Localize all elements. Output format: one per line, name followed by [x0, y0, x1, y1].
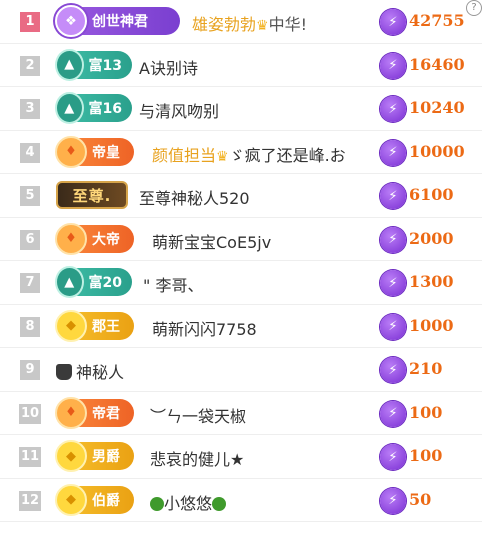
leaderboard-row[interactable]: 4 ♦ 帝皇 颜值担当♛ゞ疯了还是峰.お ⚡ 10000: [0, 131, 482, 174]
gem-icon: ◆: [55, 440, 87, 472]
rank-number: 2: [20, 55, 40, 76]
username[interactable]: 至尊神秘人520: [139, 185, 250, 209]
lightning-coin-icon: ⚡: [380, 52, 406, 79]
leaderboard-row[interactable]: 10 ♦ 帝君 ︶ㄣ一袋天椒 ⚡ 100: [0, 392, 482, 435]
lightning-coin-icon: ⚡: [380, 270, 406, 296]
level-badge: ▲ 富20: [55, 266, 132, 298]
lightning-coin-icon: ⚡: [380, 357, 406, 383]
level-badge: ◆ 男爵: [55, 440, 134, 472]
level-badge: ◆ 伯爵: [55, 483, 134, 516]
gem-icon: ♦: [55, 396, 87, 429]
leaderboard-row[interactable]: 3 ▲ 富16 与清风吻别 ⚡ 10240: [0, 87, 482, 131]
rank-number: 10: [19, 403, 41, 424]
snake-icon: [150, 496, 164, 511]
level-badge: ◆ 郡王: [55, 309, 134, 342]
lightning-coin-icon: ⚡: [380, 400, 406, 427]
level-badge: ♦ 帝君: [55, 396, 134, 429]
shield-icon: ❖: [55, 5, 87, 37]
username[interactable]: 雄姿勃勃♛中华!: [192, 11, 307, 35]
incognito-icon: [56, 364, 72, 380]
score-value: 100: [409, 402, 443, 422]
username[interactable]: 萌新宝宝CoE5jv: [152, 229, 271, 253]
triangle-icon: ▲: [55, 48, 84, 81]
lightning-coin-icon: ⚡: [380, 96, 406, 122]
lightning-coin-icon: ⚡: [380, 313, 406, 340]
username[interactable]: A诀别诗: [139, 55, 198, 79]
username[interactable]: ︶ㄣ一袋天椒: [150, 403, 246, 427]
level-badge: ♦ 帝皇: [55, 135, 134, 168]
rank-number: 11: [19, 447, 41, 467]
gem-icon: ♦: [55, 222, 87, 255]
gem-icon: ◆: [55, 309, 87, 342]
snake-icon: [212, 496, 227, 511]
username[interactable]: 小悠悠: [150, 490, 227, 514]
rank-number: 1: [20, 12, 40, 32]
leaderboard-row[interactable]: 11 ◆ 男爵 悲哀的健儿★ ⚡ 100: [0, 435, 482, 479]
leaderboard-row[interactable]: 7 ▲ 富20 " 李哥、 ⚡ 1300: [0, 261, 482, 305]
leaderboard-row[interactable]: 1 ❖ 创世神君 雄姿勃勃♛中华! ⚡ 42755: [0, 0, 482, 44]
level-badge: ▲ 富16: [55, 92, 132, 124]
score-value: 100: [409, 446, 443, 465]
rank-number: 4: [20, 142, 40, 163]
username[interactable]: 神秘人: [56, 359, 124, 383]
username[interactable]: 萌新闪闪7758: [152, 316, 257, 340]
gem-icon: ♦: [55, 135, 87, 168]
level-badge: 至尊.: [56, 181, 128, 209]
level-badge: ▲ 富13: [55, 48, 132, 81]
score-value: 10240: [409, 98, 465, 117]
gem-icon: ◆: [55, 483, 87, 516]
username[interactable]: 与清风吻别: [139, 98, 219, 122]
score-value: 6100: [409, 185, 454, 204]
rank-number: 7: [20, 273, 40, 293]
username[interactable]: 颜值担当♛ゞ疯了还是峰.お: [152, 142, 346, 166]
score-value: 1000: [409, 315, 454, 335]
leaderboard-row[interactable]: 2 ▲ 富13 A诀别诗 ⚡ 16460: [0, 44, 482, 87]
leaderboard-row[interactable]: 8 ◆ 郡王 萌新闪闪7758 ⚡ 1000: [0, 305, 482, 348]
username[interactable]: " 李哥、: [143, 272, 203, 296]
lightning-coin-icon: ⚡: [380, 487, 406, 514]
rank-number: 3: [20, 99, 40, 119]
rank-number: 6: [20, 229, 40, 250]
lightning-coin-icon: ⚡: [380, 444, 406, 470]
score-value: 50: [409, 489, 432, 509]
rank-number: 12: [19, 490, 41, 511]
triangle-icon: ▲: [55, 92, 84, 124]
leaderboard-row[interactable]: 5 至尊. 至尊神秘人520 ⚡ 6100: [0, 174, 482, 218]
lightning-coin-icon: ⚡: [380, 183, 406, 209]
rank-number: 9: [20, 360, 40, 380]
score-value: 16460: [409, 54, 465, 74]
crown-icon: ♛: [216, 148, 229, 165]
triangle-icon: ▲: [55, 266, 84, 298]
score-value: 210: [409, 359, 443, 378]
score-value: 1300: [409, 272, 454, 291]
score-value: 2000: [409, 228, 454, 248]
lightning-coin-icon: ⚡: [380, 226, 406, 253]
score-value: 42755: [409, 11, 465, 30]
score-value: 10000: [409, 141, 465, 161]
crown-icon: ♛: [256, 18, 269, 34]
leaderboard-row[interactable]: 6 ♦ 大帝 萌新宝宝CoE5jv ⚡ 2000: [0, 218, 482, 261]
leaderboard-row[interactable]: 12 ◆ 伯爵 小悠悠 ⚡ 50: [0, 479, 482, 522]
rank-number: 5: [20, 186, 40, 206]
level-badge: ♦ 大帝: [55, 222, 134, 255]
level-badge: ❖ 创世神君: [55, 5, 180, 37]
lightning-coin-icon: ⚡: [380, 9, 406, 35]
rank-number: 8: [20, 316, 40, 337]
leaderboard-list: 1 ❖ 创世神君 雄姿勃勃♛中华! ⚡ 42755 2 ▲ 富13 A诀别诗 ⚡…: [0, 0, 482, 522]
lightning-coin-icon: ⚡: [380, 139, 406, 166]
leaderboard-row[interactable]: 9 神秘人 ⚡ 210: [0, 348, 482, 392]
username[interactable]: 悲哀的健儿★: [150, 446, 244, 470]
